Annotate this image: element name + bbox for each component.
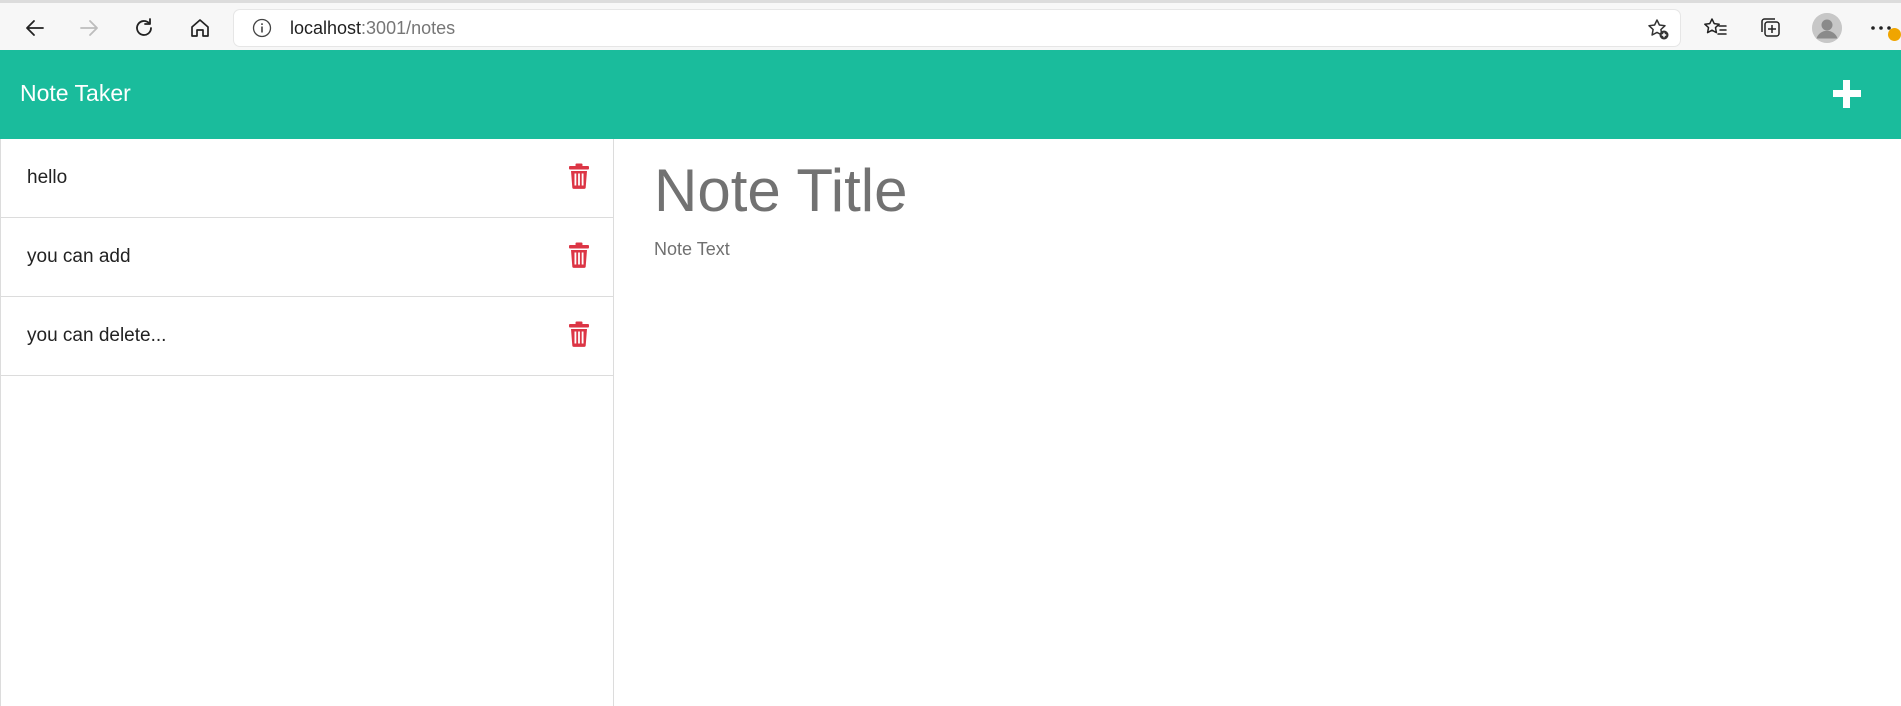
notification-badge-icon: [1888, 28, 1901, 41]
home-icon: [191, 19, 209, 37]
note-editor: [614, 139, 1901, 706]
trash-icon[interactable]: [568, 321, 590, 347]
profile-icon: [1812, 13, 1842, 43]
profile-button[interactable]: [1812, 13, 1842, 43]
url-text[interactable]: localhost:3001/notes: [290, 18, 455, 38]
new-note-button[interactable]: [1832, 79, 1862, 109]
address-bar[interactable]: localhost:3001/notes: [234, 10, 1680, 46]
refresh-icon: [136, 18, 152, 36]
refresh-button[interactable]: [127, 11, 161, 45]
home-button[interactable]: [183, 11, 217, 45]
app-title: Note Taker: [20, 80, 131, 106]
list-item[interactable]: you can add: [1, 218, 613, 297]
list-item[interactable]: you can delete...: [1, 297, 613, 376]
collections-icon: [1761, 18, 1780, 37]
note-item-title: you can add: [27, 246, 131, 267]
note-title-input[interactable]: [654, 151, 1854, 229]
url-host: localhost: [290, 18, 362, 38]
forward-icon: [80, 20, 98, 36]
favorites-button[interactable]: [1700, 13, 1730, 43]
back-icon: [26, 20, 44, 36]
note-item-title: hello: [27, 167, 68, 188]
note-item-title: you can delete...: [27, 325, 167, 346]
app-header: Note Taker: [0, 50, 1901, 139]
forward-button[interactable]: [72, 11, 106, 45]
trash-icon[interactable]: [568, 242, 590, 268]
note-text-input[interactable]: [654, 239, 1854, 679]
favorites-icon: [1704, 18, 1727, 35]
collections-button[interactable]: [1756, 13, 1786, 43]
browser-toolbar: localhost:3001/notes: [0, 0, 1901, 50]
list-item[interactable]: hello: [1, 139, 613, 218]
back-button[interactable]: [18, 11, 52, 45]
trash-icon[interactable]: [568, 163, 590, 189]
notes-list: hello you can add you can delete...: [0, 139, 614, 706]
url-path: :3001/notes: [361, 18, 456, 38]
add-favorite-icon[interactable]: [1646, 17, 1670, 41]
info-icon[interactable]: [252, 18, 272, 38]
